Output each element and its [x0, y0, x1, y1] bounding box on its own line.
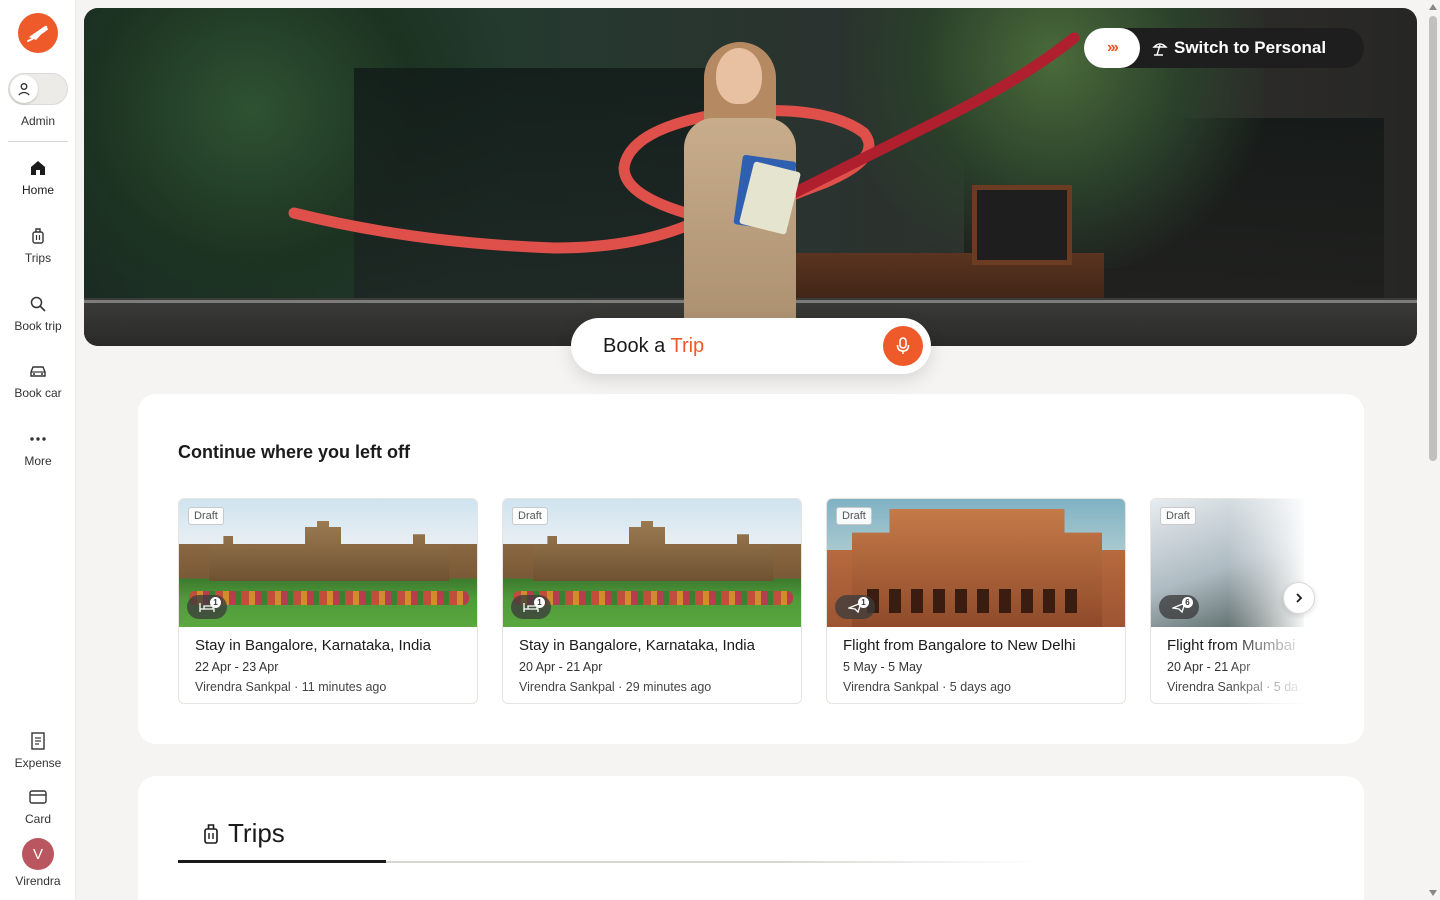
- app-logo[interactable]: [18, 13, 58, 53]
- sidebar-item-label: Expense: [14, 756, 62, 770]
- draft-badge: Draft: [1160, 507, 1196, 525]
- draft-cards-carousel: Draft 1 Stay in Bangalore, Karnataka, In…: [178, 498, 1304, 704]
- switch-to-personal-label: Switch to Personal: [1174, 38, 1327, 57]
- sidebar-item-book-trip[interactable]: Book trip: [0, 293, 76, 333]
- sidebar-item-label: Card: [24, 812, 51, 826]
- flight-type-chip: 6: [1159, 595, 1199, 619]
- voice-input-button[interactable]: [883, 326, 923, 366]
- trip-card-dates: 22 Apr - 23 Apr: [195, 660, 279, 674]
- draft-badge: Draft: [512, 507, 548, 525]
- user-icon: [18, 83, 30, 96]
- sidebar-divider: [8, 141, 68, 142]
- trip-card-title: Flight from Mumbai: [1167, 637, 1296, 654]
- sidebar-item-label: Home: [21, 183, 54, 197]
- continue-section: Continue where you left off Draft 1 Stay…: [138, 394, 1364, 744]
- item-count-badge: 1: [210, 597, 221, 608]
- trip-card-meta: Virendra Sankpal · 5 da: [1167, 680, 1299, 694]
- tab-trips[interactable]: Trips: [202, 818, 285, 849]
- trip-card-meta: Virendra Sankpal · 29 minutes ago: [519, 680, 712, 694]
- home-icon: [27, 157, 49, 179]
- sidebar-item-label: Book car: [14, 386, 62, 400]
- draft-trip-card[interactable]: Draft 1 Flight from Bangalore to New Del…: [826, 498, 1126, 704]
- credit-card-icon: [27, 786, 49, 808]
- hero-traveler-figure: [674, 42, 804, 346]
- draft-trip-card[interactable]: Draft 1 Stay in Bangalore, Karnataka, In…: [178, 498, 478, 704]
- page-scrollbar[interactable]: [1426, 0, 1440, 900]
- sidebar-item-card[interactable]: Card: [0, 786, 76, 826]
- sidebar-item-trips[interactable]: Trips: [0, 225, 76, 265]
- beach-umbrella-icon: [1152, 43, 1168, 56]
- scroll-down-arrow-icon[interactable]: [1429, 890, 1437, 896]
- trip-card-title: Stay in Bangalore, Karnataka, India: [519, 637, 755, 654]
- draft-trip-card[interactable]: Draft 1 Stay in Bangalore, Karnataka, In…: [502, 498, 802, 704]
- trips-section: Trips: [138, 776, 1364, 900]
- sidebar: Admin Home Trips Book trip Book car More: [0, 0, 76, 900]
- sidebar-item-book-car[interactable]: Book car: [0, 360, 76, 400]
- item-count-badge: 1: [534, 597, 545, 608]
- item-count-badge: 6: [1182, 597, 1193, 608]
- draft-trip-card[interactable]: Draft 6 Flight from Mumbai 20 Apr - 21 A…: [1150, 498, 1304, 704]
- hotel-type-chip: 1: [187, 595, 227, 619]
- sidebar-item-more[interactable]: More: [0, 428, 76, 468]
- chevron-right-icon: [1296, 593, 1303, 603]
- item-count-badge: 1: [858, 597, 869, 608]
- account-mode-toggle[interactable]: [8, 73, 68, 105]
- tab-active-indicator: [178, 860, 386, 863]
- sidebar-item-label: Book trip: [14, 319, 62, 333]
- hotel-type-chip: 1: [511, 595, 551, 619]
- trip-card-dates: 20 Apr - 21 Apr: [519, 660, 603, 674]
- sidebar-item-label: Trips: [24, 251, 52, 265]
- account-mode-label: Admin: [20, 114, 55, 128]
- scroll-up-arrow-icon[interactable]: [1429, 4, 1437, 10]
- trip-card-meta: Virendra Sankpal · 5 days ago: [843, 680, 1011, 694]
- toggle-knob: [10, 75, 38, 103]
- book-a-trip-prompt: Book a Trip: [603, 335, 704, 358]
- trip-card-title: Stay in Bangalore, Karnataka, India: [195, 637, 431, 654]
- search-icon: [27, 293, 49, 315]
- car-icon: [27, 360, 49, 382]
- sidebar-item-home[interactable]: Home: [0, 157, 76, 197]
- user-name-label: Virendra: [15, 874, 61, 888]
- triple-chevron-icon: ›››: [1084, 28, 1140, 68]
- trip-card-title: Flight from Bangalore to New Delhi: [843, 637, 1076, 654]
- book-a-trip-input[interactable]: Book a Trip: [571, 318, 931, 374]
- switch-to-personal-button[interactable]: ››› Switch to Personal: [1084, 28, 1364, 68]
- trip-card-dates: 20 Apr - 21 Apr: [1167, 660, 1251, 674]
- book-prefix-text: Book a: [603, 334, 671, 357]
- plane-logo-icon: [27, 25, 48, 42]
- continue-section-title: Continue where you left off: [178, 442, 410, 462]
- trip-card-dates: 5 May - 5 May: [843, 660, 923, 674]
- flight-type-chip: 1: [835, 595, 875, 619]
- trip-card-meta: Virendra Sankpal · 11 minutes ago: [195, 680, 387, 694]
- avatar: V: [22, 838, 54, 870]
- hero-banner: ››› Switch to Personal: [84, 8, 1417, 346]
- carousel-next-button[interactable]: [1283, 582, 1315, 614]
- sidebar-item-expense[interactable]: Expense: [0, 730, 76, 770]
- luggage-icon: [27, 225, 49, 247]
- book-accent-text: Trip: [670, 334, 705, 357]
- microphone-icon: [896, 337, 910, 354]
- scrollbar-thumb[interactable]: [1429, 16, 1437, 461]
- draft-badge: Draft: [836, 507, 872, 525]
- tab-trips-label: Trips: [228, 818, 285, 848]
- sidebar-user-profile[interactable]: V Virendra: [0, 838, 76, 888]
- more-dots-icon: [27, 428, 49, 450]
- luggage-icon: [204, 823, 218, 844]
- sidebar-item-label: More: [24, 454, 52, 468]
- receipt-icon: [27, 730, 49, 752]
- draft-badge: Draft: [188, 507, 224, 525]
